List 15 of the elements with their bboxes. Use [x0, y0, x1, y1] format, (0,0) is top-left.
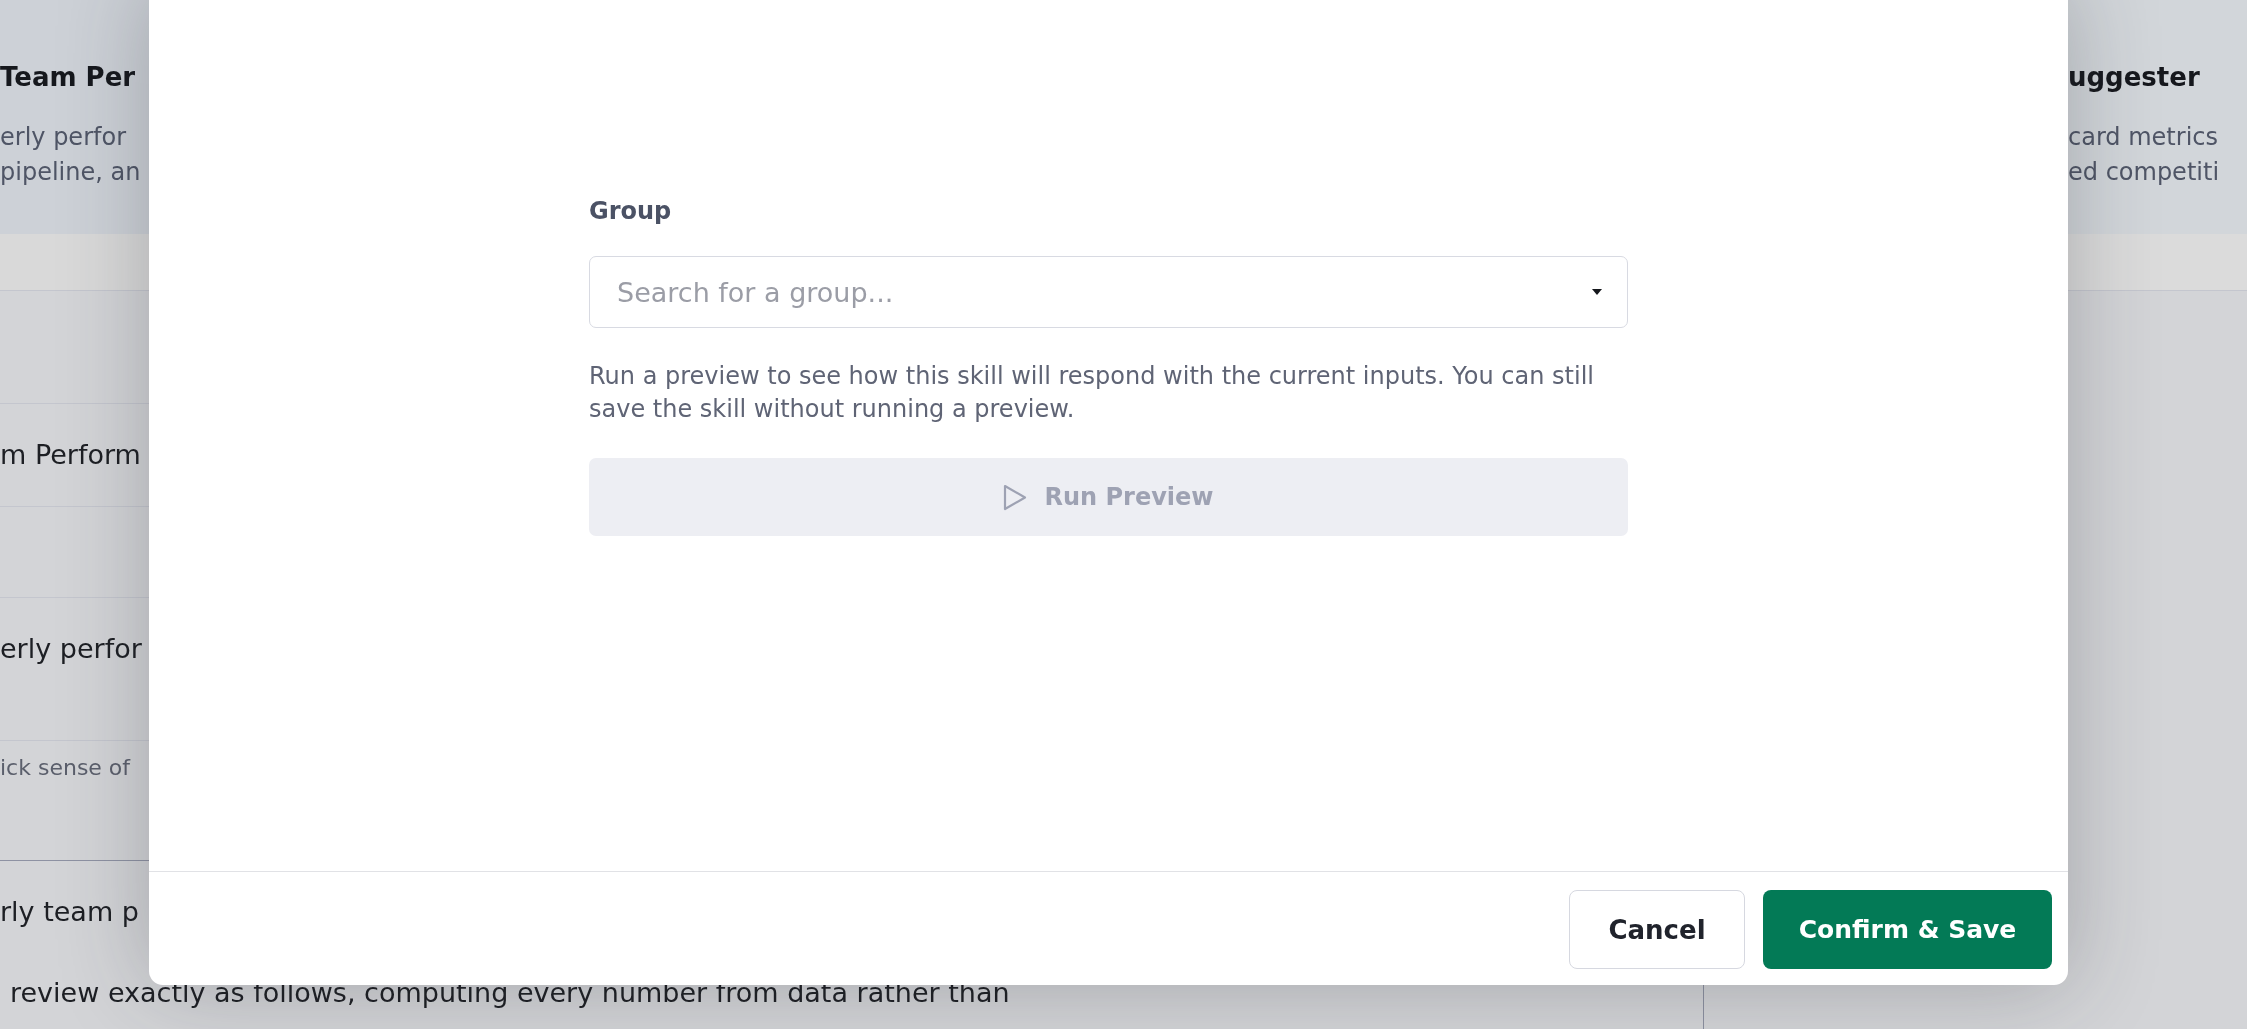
hint-text: ick sense of — [0, 755, 131, 781]
row-text: m Perform — [0, 439, 141, 471]
search-field[interactable]: Search for a group... — [589, 256, 1628, 328]
row-text: erly perfor — [0, 633, 142, 665]
cancel-button[interactable]: Cancel — [1569, 890, 1745, 969]
confirm-button[interactable]: Confirm & Save — [1763, 890, 2052, 969]
card-title: Team Per — [0, 61, 136, 94]
card-title: uggester — [2068, 61, 2200, 94]
caret-icon[interactable] — [1592, 289, 1602, 295]
play-icon — [1003, 483, 1028, 511]
field-label: Group — [589, 196, 672, 226]
card-description: card metrics ed competiti — [2068, 122, 2220, 188]
help-text: Run a preview to see how this skill will respond with the current inputs. You can still save the skill without running a preview. — [589, 361, 1595, 425]
card-description: erly perfor pipeline, an — [0, 122, 141, 188]
row-text: rly team p — [0, 896, 139, 928]
